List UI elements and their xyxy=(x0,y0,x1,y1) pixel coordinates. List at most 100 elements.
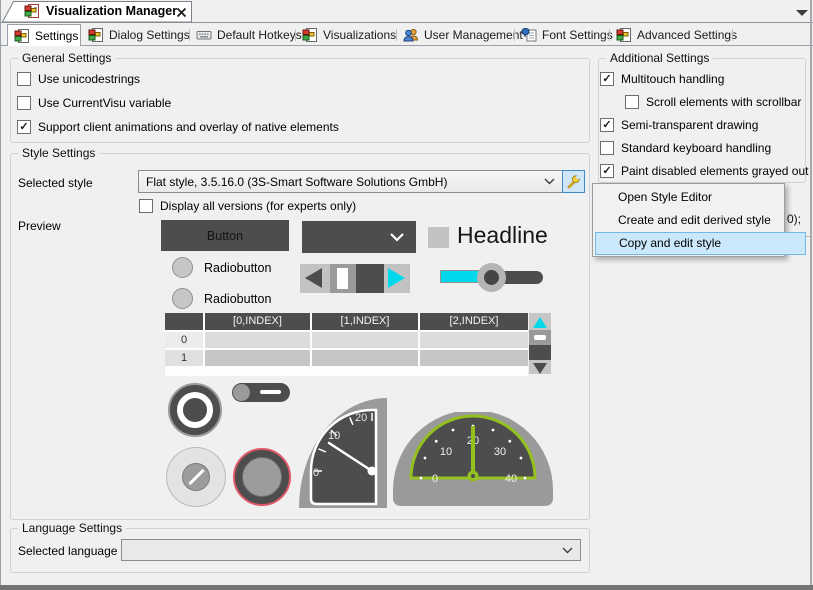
gauge-tick-label: 0 xyxy=(432,473,438,485)
preview-headline: Headline xyxy=(457,222,548,249)
tab-label: Advanced Settings xyxy=(637,28,737,42)
gauge-needle-hub-center xyxy=(471,474,475,478)
preview-radiobutton-2-label: Radiobutton xyxy=(204,292,271,306)
preview-checkbox-square xyxy=(428,227,449,248)
preview-radiobutton-2 xyxy=(172,288,193,309)
tab-separator xyxy=(609,29,610,41)
tab-settings[interactable]: Settings xyxy=(7,24,81,46)
table-cell xyxy=(420,332,528,348)
checkbox-box[interactable] xyxy=(17,96,31,110)
font-settings-icon xyxy=(521,27,537,43)
tab-label: Visualizations xyxy=(323,28,396,42)
preview-radiobutton-1-label: Radiobutton xyxy=(204,261,271,275)
spin-right-arrow-icon xyxy=(388,268,405,288)
selected-language-label: Selected language xyxy=(18,544,117,558)
scrollbar-track-dark xyxy=(529,345,551,360)
checkbox-support-client-animations[interactable]: Support client animations and overlay of… xyxy=(17,120,339,134)
checkbox-box[interactable] xyxy=(139,199,153,213)
checkbox-box[interactable] xyxy=(600,72,614,86)
gauge-tick-label: 40 xyxy=(505,473,517,485)
checkbox-multitouch-handling[interactable]: Multitouch handling xyxy=(600,72,724,86)
gauge-tick-label: 20 xyxy=(355,412,367,424)
visu-icon xyxy=(88,27,104,43)
visualization-manager-icon xyxy=(24,3,40,19)
preview-toggle-switch xyxy=(232,383,290,402)
checkbox-use-currentvisu-variable[interactable]: Use CurrentVisu variable xyxy=(17,96,171,110)
preview-spin-control xyxy=(300,264,410,293)
table-cell xyxy=(312,350,418,366)
table-cell xyxy=(420,350,528,366)
preview-potentiometer xyxy=(233,448,291,506)
scrollbar-up-arrow-icon xyxy=(533,317,547,328)
checkbox-scroll-elements-with-scrollbar[interactable]: Scroll elements with scrollbar xyxy=(625,95,801,109)
group-title: Style Settings xyxy=(18,146,99,160)
checkbox-label: Standard keyboard handling xyxy=(621,141,771,155)
preview-button: Button xyxy=(161,220,289,251)
gauge-tick-label: 30 xyxy=(494,446,506,458)
checkbox-semi-transparent-drawing[interactable]: Semi-transparent drawing xyxy=(600,118,758,132)
tab-font-settings[interactable]: Font Settings xyxy=(521,25,613,45)
group-title: Language Settings xyxy=(18,521,126,535)
checkbox-label: Paint disabled elements grayed out xyxy=(621,164,808,178)
chevron-down-icon xyxy=(562,547,573,554)
scrollbar-thumb-grip xyxy=(534,335,546,340)
spin-left-arrow-icon xyxy=(305,268,322,288)
preview-label: Preview xyxy=(18,219,61,233)
checkbox-box[interactable] xyxy=(17,72,31,86)
tab-dialog-settings[interactable]: Dialog Settings xyxy=(88,25,190,45)
table-cell xyxy=(312,332,418,348)
tab-label: Default Hotkeys xyxy=(217,28,302,42)
tab-default-hotkeys[interactable]: Default Hotkeys xyxy=(196,25,302,45)
window-border-bottom xyxy=(0,585,813,590)
tab-separator xyxy=(295,29,296,41)
visu-icon xyxy=(14,28,30,44)
table-row-index: 1 xyxy=(165,350,203,366)
tab-user-management[interactable]: User Management xyxy=(403,25,523,45)
table-cell xyxy=(205,350,310,366)
selected-language-combobox[interactable] xyxy=(121,539,581,561)
tab-label: Font Settings xyxy=(542,28,613,42)
checkbox-box[interactable] xyxy=(600,118,614,132)
preview-radiobutton-1 xyxy=(172,257,193,278)
selected-style-combobox[interactable]: Flat style, 3.5.16.0 (3S-Smart Software … xyxy=(138,170,563,193)
menu-item-create-and-edit-derived-style[interactable]: Create and edit derived style xyxy=(595,209,805,232)
potentiometer-center xyxy=(242,457,282,497)
preview-table: [0,INDEX] [1,INDEX] [2,INDEX] 0 1 xyxy=(165,313,528,376)
scrollbar-thumb xyxy=(529,330,551,345)
rotary-knob-pointer xyxy=(188,469,204,485)
tab-label: User Management xyxy=(424,28,523,42)
style-tools-button[interactable] xyxy=(562,170,585,193)
preview-slider-knob-center xyxy=(484,270,499,285)
visu-icon xyxy=(616,27,632,43)
checkbox-standard-keyboard-handling[interactable]: Standard keyboard handling xyxy=(600,141,771,155)
checkbox-box[interactable] xyxy=(17,120,31,134)
tab-visualizations[interactable]: Visualizations xyxy=(302,25,396,45)
tab-separator xyxy=(514,29,515,41)
checkbox-use-unicodestrings[interactable]: Use unicodestrings xyxy=(17,72,140,86)
tabstrip-baseline xyxy=(0,45,813,46)
spin-slot-bar xyxy=(337,268,348,289)
toggle-knob xyxy=(233,384,250,401)
gauge-tick-label: 10 xyxy=(328,430,340,442)
table-header-corner xyxy=(165,313,203,330)
close-icon[interactable] xyxy=(176,7,187,18)
menu-item-copy-and-edit-style[interactable]: Copy and edit style xyxy=(595,232,806,255)
scrollbar-down-arrow-icon xyxy=(533,363,547,374)
preview-quarter-gauge: 0 10 20 xyxy=(299,398,387,508)
tab-label: Dialog Settings xyxy=(109,28,190,42)
checkbox-box[interactable] xyxy=(625,95,639,109)
window-border-right xyxy=(810,0,812,585)
checkbox-box[interactable] xyxy=(600,141,614,155)
tab-advanced-settings[interactable]: Advanced Settings xyxy=(616,25,737,45)
checkbox-label: Support client animations and overlay of… xyxy=(38,120,339,134)
menu-item-open-style-editor[interactable]: Open Style Editor xyxy=(595,186,805,209)
window-list-dropdown-icon[interactable] xyxy=(796,10,808,16)
checkbox-label: Multitouch handling xyxy=(621,72,724,86)
checkbox-paint-disabled-elements-grayed-out[interactable]: Paint disabled elements grayed out xyxy=(600,164,808,178)
doc-tab-visualization-manager[interactable]: Visualization Manager xyxy=(2,1,193,22)
wrench-icon xyxy=(566,174,581,189)
checkbox-display-all-versions[interactable]: Display all versions (for experts only) xyxy=(139,199,356,213)
table-cell xyxy=(205,332,310,348)
selected-style-value: Flat style, 3.5.16.0 (3S-Smart Software … xyxy=(139,175,544,189)
checkbox-box[interactable] xyxy=(600,164,614,178)
